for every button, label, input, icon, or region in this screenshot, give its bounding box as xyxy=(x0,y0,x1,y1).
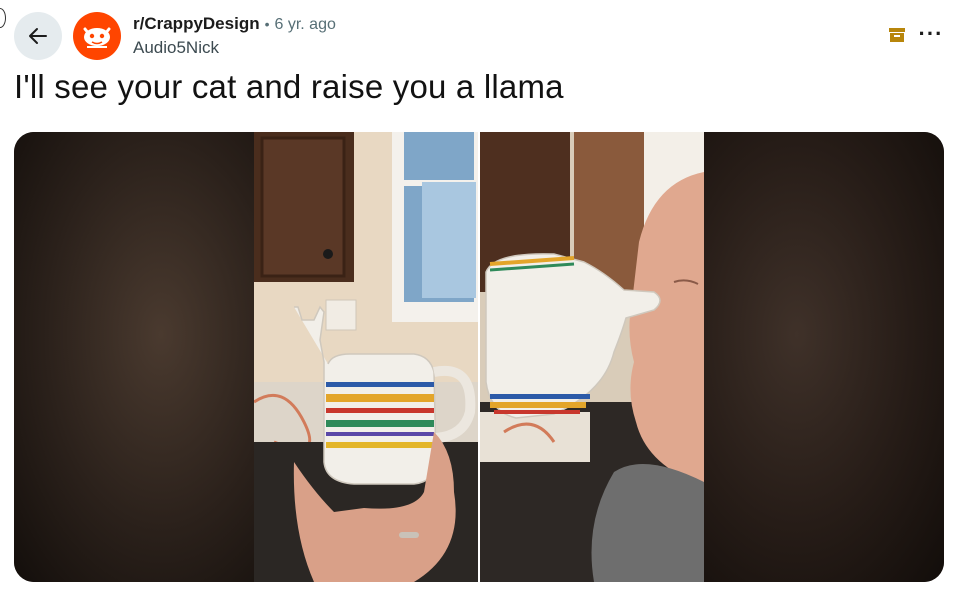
subreddit-link[interactable]: r/CrappyDesign xyxy=(133,14,260,34)
more-horizontal-icon: ··· xyxy=(918,21,944,46)
window-edge-mark xyxy=(0,8,6,28)
author-link[interactable]: Audio5Nick xyxy=(133,38,336,58)
image-panel-left xyxy=(254,132,478,582)
post-time: 6 yr. ago xyxy=(274,16,336,33)
subreddit-avatar[interactable] xyxy=(73,12,121,60)
image-panel-right xyxy=(480,132,704,582)
meta-separator: • xyxy=(264,16,270,32)
archive-icon xyxy=(889,28,905,42)
media-blur-right xyxy=(699,132,944,582)
post-media xyxy=(14,132,944,582)
post-title: I'll see your cat and raise you a llama xyxy=(14,68,564,105)
arrow-left-icon xyxy=(29,28,47,44)
back-button[interactable] xyxy=(14,12,62,60)
post-image[interactable] xyxy=(254,132,704,582)
post-meta: r/CrappyDesign • 6 yr. ago Audio5Nick xyxy=(133,14,336,58)
media-blur-left xyxy=(14,132,259,582)
more-options-button[interactable]: ··· xyxy=(918,22,944,46)
subreddit-avatar-icon xyxy=(83,27,111,48)
